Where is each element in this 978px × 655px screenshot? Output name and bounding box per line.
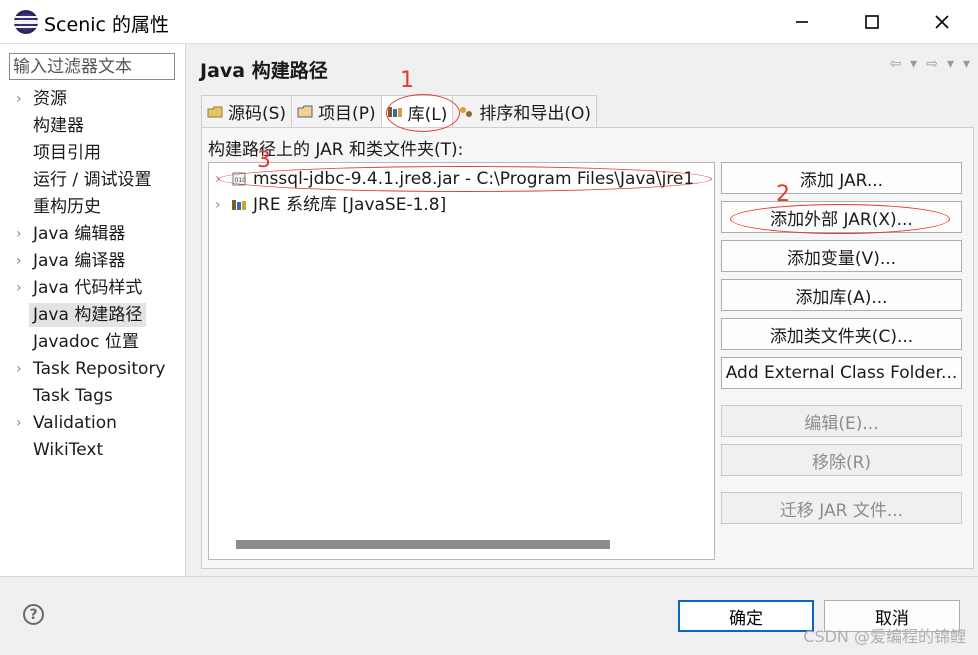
chevron-right-icon[interactable]: › <box>215 193 221 217</box>
annotation-number-1: 1 <box>400 68 414 93</box>
tree-item-task-repository[interactable]: › Task Repository <box>0 356 186 383</box>
chevron-right-icon[interactable]: › <box>16 410 22 437</box>
chevron-right-icon[interactable]: › <box>16 248 22 275</box>
build-path-list-label: 构建路径上的 JAR 和类文件夹(T): <box>208 140 464 160</box>
tree-item-validation[interactable]: › Validation <box>0 410 186 437</box>
chevron-down-icon[interactable]: ▾ <box>947 56 954 72</box>
page-navigation: ⇦ ▾ ⇨ ▾ ▾ <box>889 56 970 72</box>
title-bar: Scenic 的属性 <box>0 0 978 44</box>
annotation-number-3: 3 <box>257 148 271 173</box>
edit-button[interactable]: 编辑(E)... <box>721 405 962 437</box>
chevron-right-icon[interactable]: › <box>16 86 22 113</box>
chevron-right-icon[interactable]: › <box>16 275 22 302</box>
eclipse-icon <box>14 10 38 34</box>
annotation-ellipse-button <box>730 204 950 234</box>
tree-item-javadoc-location[interactable]: Javadoc 位置 <box>0 329 186 356</box>
library-icon <box>232 200 246 210</box>
tree-item-run-debug-settings[interactable]: 运行 / 调试设置 <box>0 167 186 194</box>
tree-item-resource[interactable]: › 资源 <box>0 86 186 113</box>
annotation-number-2: 2 <box>776 182 790 207</box>
tree-item-wikitext[interactable]: WikiText <box>0 437 186 464</box>
tree-item-builders[interactable]: 构建器 <box>0 113 186 140</box>
help-icon[interactable]: ? <box>23 604 44 625</box>
order-export-icon <box>460 106 473 117</box>
close-button[interactable] <box>912 0 972 44</box>
tab-source[interactable]: 源码(S) <box>201 95 293 127</box>
view-menu-icon[interactable]: ▾ <box>963 56 970 72</box>
tree-item-refactoring-history[interactable]: 重构历史 <box>0 194 186 221</box>
horizontal-scrollbar[interactable] <box>236 540 610 549</box>
filter-input[interactable] <box>9 53 175 80</box>
maximize-button[interactable] <box>842 0 902 44</box>
property-tree-pane: ›资源 构建器 项目引用 运行 / 调试设置 重构历史 ›Java 编辑器 ›J… <box>0 44 186 576</box>
forward-arrow-icon[interactable]: ⇨ <box>926 56 938 72</box>
migrate-jar-button[interactable]: 迁移 JAR 文件... <box>721 492 962 524</box>
property-tree: › 资源 构建器 项目引用 运行 / 调试设置 重构历史 › Java 编辑器 › J… <box>0 86 186 464</box>
add-external-class-folder-button[interactable]: Add External Class Folder... <box>721 357 962 389</box>
page-title: Java 构建路径 <box>200 60 328 82</box>
libraries-panel: 构建路径上的 JAR 和类文件夹(T): › 010 mssql-jdbc-9.… <box>201 127 974 569</box>
tab-projects[interactable]: 项目(P) <box>291 95 382 127</box>
chevron-down-icon[interactable]: ▾ <box>910 56 917 72</box>
dialog-footer: ? 确定 取消 CSDN @爱编程的锦鲤 <box>0 576 978 655</box>
tree-item-java-code-style[interactable]: › Java 代码样式 <box>0 275 186 302</box>
chevron-right-icon[interactable]: › <box>16 221 22 248</box>
window-title: Scenic 的属性 <box>44 14 170 36</box>
add-jar-button[interactable]: 添加 JAR... <box>721 162 962 194</box>
add-variable-button[interactable]: 添加变量(V)... <box>721 240 962 272</box>
annotation-ellipse-jar <box>218 166 712 192</box>
build-path-page: Java 构建路径 ⇦ ▾ ⇨ ▾ ▾ 源码(S) 项目(P) 库(L) 排序和… <box>187 44 978 576</box>
tree-item-task-tags[interactable]: Task Tags <box>0 383 186 410</box>
maximize-icon <box>865 15 879 29</box>
tree-item-project-references[interactable]: 项目引用 <box>0 140 186 167</box>
watermark: CSDN @爱编程的锦鲤 <box>803 627 966 646</box>
source-folder-icon <box>207 106 223 117</box>
close-icon <box>935 15 949 29</box>
annotation-ellipse-tab <box>386 94 460 132</box>
minimize-button[interactable] <box>772 0 832 44</box>
add-library-button[interactable]: 添加库(A)... <box>721 279 962 311</box>
chevron-right-icon[interactable]: › <box>16 356 22 383</box>
add-class-folder-button[interactable]: 添加类文件夹(C)... <box>721 318 962 350</box>
tree-item-java-editor[interactable]: › Java 编辑器 <box>0 221 186 248</box>
minimize-icon <box>796 21 808 23</box>
remove-button[interactable]: 移除(R) <box>721 444 962 476</box>
tree-item-java-compiler[interactable]: › Java 编译器 <box>0 248 186 275</box>
back-arrow-icon[interactable]: ⇦ <box>889 56 901 72</box>
tree-item-java-build-path[interactable]: Java 构建路径 <box>0 302 186 329</box>
ok-button[interactable]: 确定 <box>678 600 814 632</box>
build-path-entry-list[interactable]: › 010 mssql-jdbc-9.4.1.jre8.jar - C:\Pro… <box>208 162 715 560</box>
project-folder-icon <box>297 105 313 117</box>
tab-order-export[interactable]: 排序和导出(O) <box>452 95 597 127</box>
